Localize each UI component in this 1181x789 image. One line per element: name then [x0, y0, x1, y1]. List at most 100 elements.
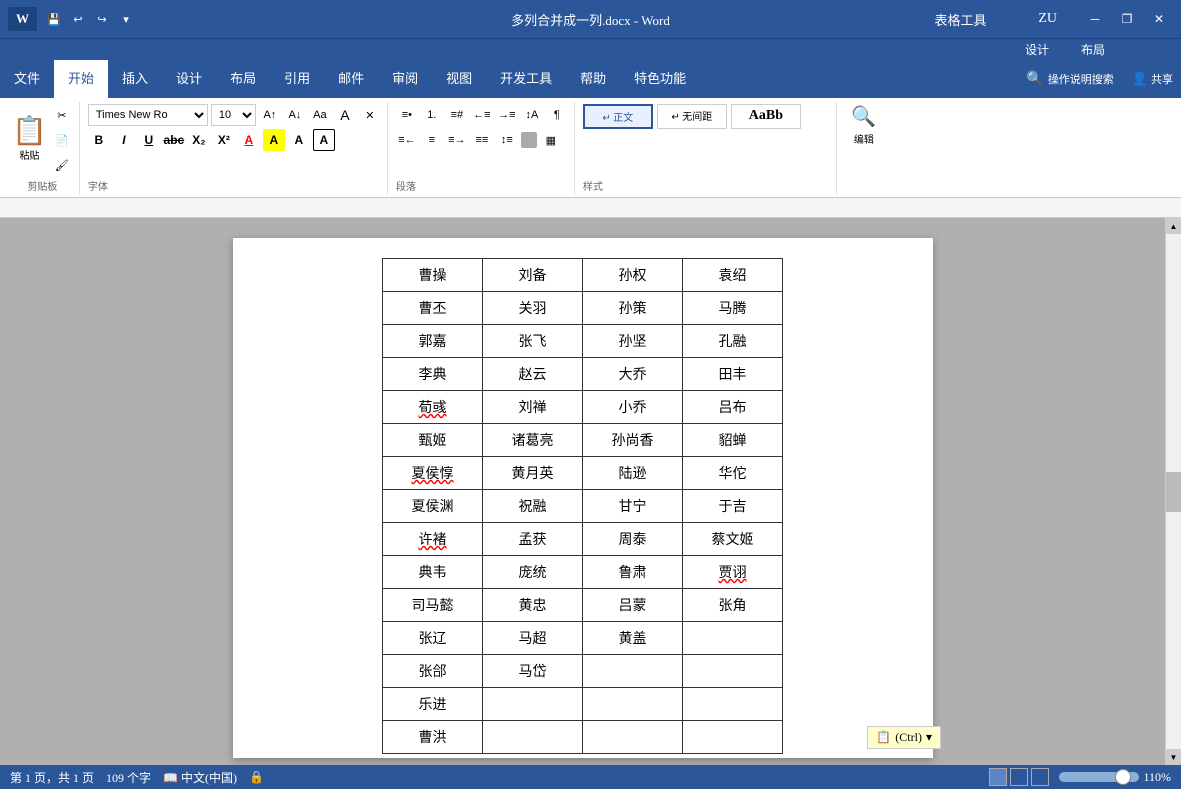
table-cell[interactable]: 荀彧: [383, 391, 483, 424]
maximize-button[interactable]: ❐: [1113, 5, 1141, 33]
table-cell[interactable]: 张飞: [483, 325, 583, 358]
table-cell[interactable]: 马岱: [483, 655, 583, 688]
italic-button[interactable]: I: [113, 129, 135, 151]
edit-button[interactable]: 🔍 编辑: [851, 104, 876, 146]
table-cell[interactable]: [683, 688, 783, 721]
table-cell[interactable]: 曹操: [383, 259, 483, 292]
table-cell[interactable]: 夏侯渊: [383, 490, 483, 523]
table-cell[interactable]: 甄姬: [383, 424, 483, 457]
tab-developer[interactable]: 开发工具: [486, 60, 566, 98]
table-cell[interactable]: 张郃: [383, 655, 483, 688]
table-cell[interactable]: 鲁肃: [583, 556, 683, 589]
tab-layout[interactable]: 布局: [216, 60, 270, 98]
save-button[interactable]: 💾: [43, 8, 65, 30]
table-cell[interactable]: 孙权: [583, 259, 683, 292]
table-cell[interactable]: 庞统: [483, 556, 583, 589]
table-cell[interactable]: 典韦: [383, 556, 483, 589]
tab-insert[interactable]: 插入: [108, 60, 162, 98]
print-layout-view[interactable]: [989, 768, 1007, 786]
paste-popup[interactable]: 📋 (Ctrl) ▾: [867, 726, 941, 749]
table-cell[interactable]: 郭嘉: [383, 325, 483, 358]
minimize-button[interactable]: ─: [1081, 5, 1109, 33]
customize-button[interactable]: ▾: [115, 8, 137, 30]
table-cell[interactable]: 关羽: [483, 292, 583, 325]
multilevel-list-button[interactable]: ≡#: [446, 104, 468, 126]
tab-home[interactable]: 开始: [54, 60, 108, 98]
table-cell[interactable]: 刘禅: [483, 391, 583, 424]
bold-button[interactable]: B: [88, 129, 110, 151]
table-cell[interactable]: [583, 655, 683, 688]
font-name-select[interactable]: Times New Ro: [88, 104, 208, 126]
change-case-button[interactable]: Aa: [309, 104, 331, 126]
scroll-thumb[interactable]: [1166, 472, 1181, 512]
table-cell[interactable]: [483, 721, 583, 754]
table-cell[interactable]: 孔融: [683, 325, 783, 358]
decrease-font-button[interactable]: A↓: [284, 104, 306, 126]
tab-review[interactable]: 审阅: [378, 60, 432, 98]
shading-button[interactable]: [521, 132, 537, 148]
table-cell[interactable]: 许褚: [383, 523, 483, 556]
table-cell[interactable]: 周泰: [583, 523, 683, 556]
tab-view[interactable]: 视图: [432, 60, 486, 98]
table-cell[interactable]: 田丰: [683, 358, 783, 391]
clear-format-button[interactable]: ✕: [359, 104, 381, 126]
tab-references[interactable]: 引用: [270, 60, 324, 98]
table-cell[interactable]: 黄忠: [483, 589, 583, 622]
table-cell[interactable]: 袁绍: [683, 259, 783, 292]
table-cell[interactable]: 刘备: [483, 259, 583, 292]
table-cell[interactable]: 蔡文姬: [683, 523, 783, 556]
table-cell[interactable]: 马超: [483, 622, 583, 655]
bullets-button[interactable]: ≡•: [396, 104, 418, 126]
strikethrough-button[interactable]: abc: [163, 129, 185, 151]
web-view[interactable]: [1010, 768, 1028, 786]
show-marks-button[interactable]: ¶: [546, 104, 568, 126]
tab-special[interactable]: 特色功能: [620, 60, 700, 98]
sort-button[interactable]: ↕A: [521, 104, 543, 126]
table-cell[interactable]: 甘宁: [583, 490, 683, 523]
table-cell[interactable]: 贾诩: [683, 556, 783, 589]
table-cell[interactable]: 貂蝉: [683, 424, 783, 457]
zoom-slider[interactable]: [1059, 772, 1139, 782]
table-cell[interactable]: 张角: [683, 589, 783, 622]
highlight-button[interactable]: A: [263, 129, 285, 151]
tab-design[interactable]: 设计: [162, 60, 216, 98]
style-normal[interactable]: ↵ 正文: [583, 104, 653, 129]
table-cell[interactable]: 华佗: [683, 457, 783, 490]
table-cell[interactable]: 陆逊: [583, 457, 683, 490]
table-cell[interactable]: 吕布: [683, 391, 783, 424]
font-color-button[interactable]: A: [238, 129, 260, 151]
align-right-button[interactable]: ≡→: [446, 129, 468, 151]
table-cell[interactable]: 曹丕: [383, 292, 483, 325]
table-cell[interactable]: [683, 622, 783, 655]
table-design-tab[interactable]: 设计: [1009, 41, 1065, 58]
table-cell[interactable]: 大乔: [583, 358, 683, 391]
tab-file[interactable]: 文件: [0, 60, 54, 98]
table-cell[interactable]: 黄盖: [583, 622, 683, 655]
table-cell[interactable]: 祝融: [483, 490, 583, 523]
font-color-apply-button[interactable]: A: [334, 104, 356, 126]
align-left-button[interactable]: ≡←: [396, 129, 418, 151]
table-cell[interactable]: 马腾: [683, 292, 783, 325]
increase-font-button[interactable]: A↑: [259, 104, 281, 126]
table-cell[interactable]: [483, 688, 583, 721]
close-button[interactable]: ✕: [1145, 5, 1173, 33]
vertical-scrollbar[interactable]: ▲ ▼: [1165, 218, 1181, 765]
copy-button[interactable]: 📄: [51, 129, 73, 151]
underline-button[interactable]: U: [138, 129, 160, 151]
align-center-button[interactable]: ≡: [421, 129, 443, 151]
table-cell[interactable]: 诸葛亮: [483, 424, 583, 457]
font-size-select[interactable]: 10: [211, 104, 256, 126]
table-cell[interactable]: [683, 655, 783, 688]
format-painter-button[interactable]: 🖌: [51, 154, 73, 176]
table-cell[interactable]: 黄月英: [483, 457, 583, 490]
tab-help[interactable]: 帮助: [566, 60, 620, 98]
table-cell[interactable]: 李典: [383, 358, 483, 391]
table-cell[interactable]: 孟获: [483, 523, 583, 556]
borders-button[interactable]: ▦: [540, 129, 562, 151]
table-cell[interactable]: 孙坚: [583, 325, 683, 358]
paste-button[interactable]: 📋 粘贴: [12, 118, 47, 162]
subscript-button[interactable]: X₂: [188, 129, 210, 151]
table-cell[interactable]: 于吉: [683, 490, 783, 523]
table-cell[interactable]: [583, 721, 683, 754]
style-no-space[interactable]: ↵ 无间距: [657, 104, 727, 129]
